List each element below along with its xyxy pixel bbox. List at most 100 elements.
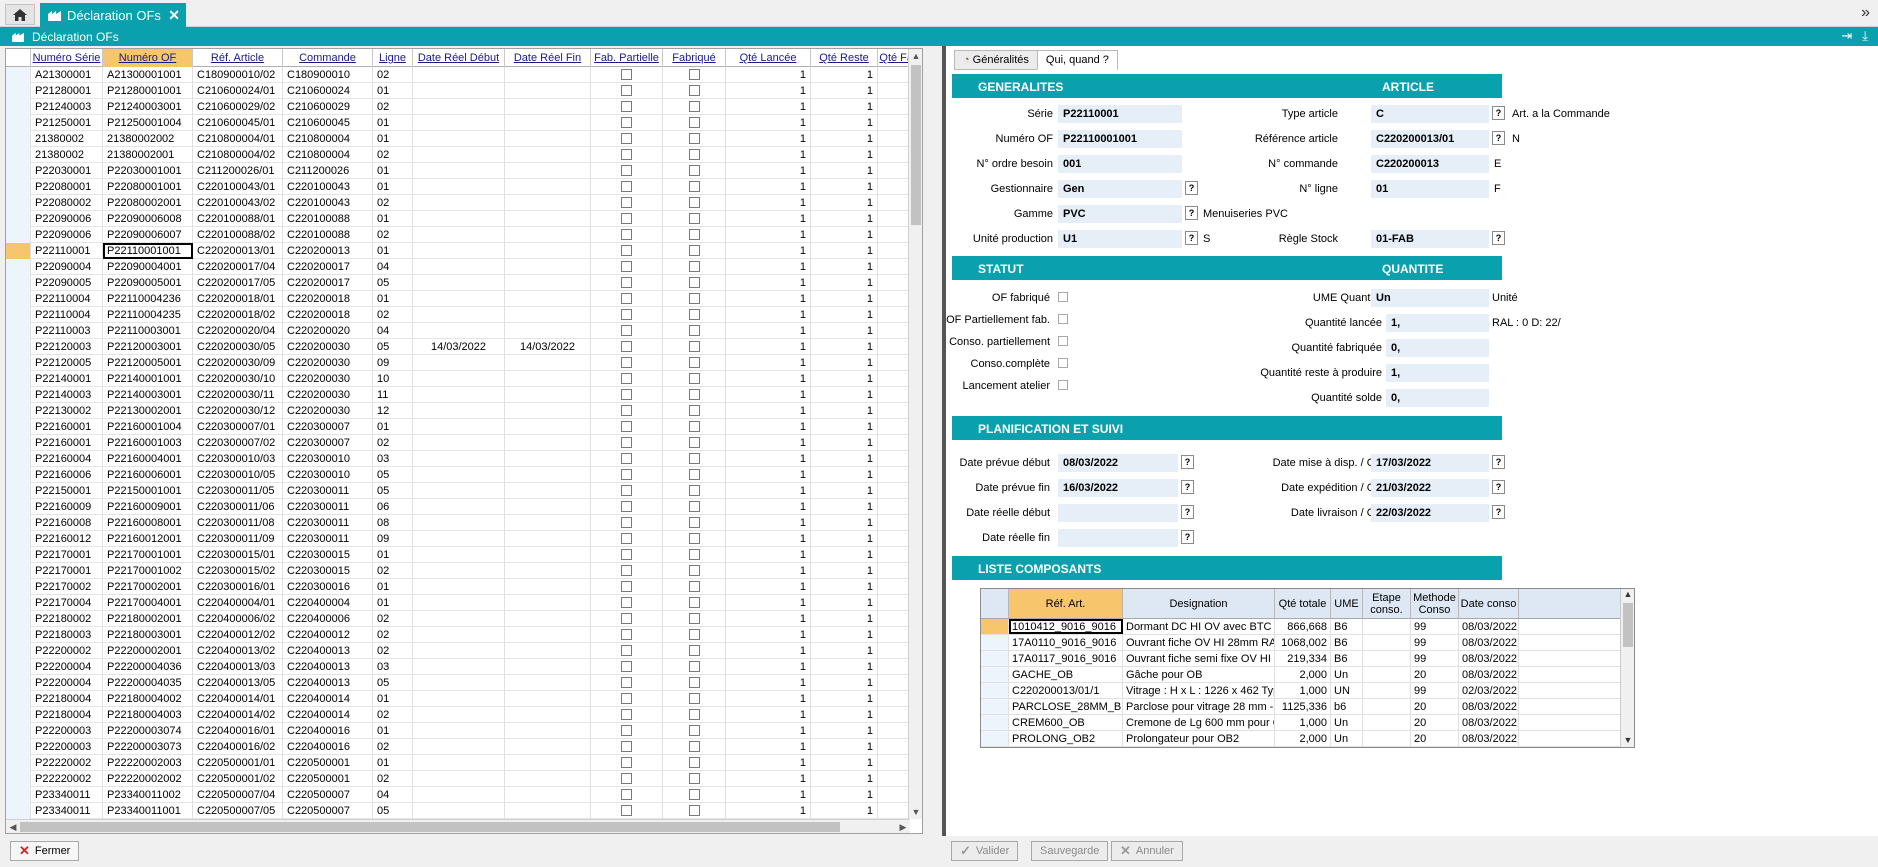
composant-cell[interactable]: 99 — [1411, 683, 1459, 698]
table-row[interactable]: P22160001 P22160001004 C220300007/01 C22030… — [6, 419, 922, 435]
table-cell[interactable]: 21380002002 — [103, 131, 193, 147]
table-cell[interactable]: 1 — [726, 771, 811, 787]
row-checkbox-cell[interactable] — [663, 243, 726, 259]
table-cell[interactable]: P21240003001 — [103, 99, 193, 115]
composant-cell[interactable]: 1125,336 — [1275, 699, 1331, 714]
qte-fab-field[interactable]: 0, — [1386, 339, 1489, 357]
gamme-field[interactable]: PVC — [1058, 205, 1182, 223]
composant-cell[interactable]: 08/03/2022 — [1459, 667, 1519, 682]
row-checkbox-cell[interactable] — [591, 115, 663, 131]
table-cell[interactable]: P22160012001 — [103, 531, 193, 547]
table-row[interactable]: P21240003 P21240003001 C210600029/02 C21060… — [6, 99, 922, 115]
checkbox[interactable] — [621, 404, 632, 416]
row-indicator[interactable] — [6, 691, 31, 707]
table-cell[interactable]: 01 — [373, 131, 413, 147]
table-cell[interactable] — [505, 467, 591, 483]
table-cell[interactable]: P21250001 — [31, 115, 103, 131]
row-indicator[interactable] — [6, 531, 31, 547]
table-cell[interactable]: 1 — [811, 275, 878, 291]
table-cell[interactable]: 1 — [811, 211, 878, 227]
column-header[interactable]: Date Réel Début — [413, 49, 505, 67]
checkbox[interactable] — [688, 436, 700, 448]
composant-cell[interactable]: Parclose pour vitrage 28 mm - Blanc — [1123, 699, 1275, 714]
row-checkbox-cell[interactable] — [663, 579, 726, 595]
row-checkbox-cell[interactable] — [663, 387, 726, 403]
row-checkbox-cell[interactable] — [591, 211, 663, 227]
checkbox[interactable] — [688, 308, 700, 320]
composant-cell[interactable]: 20 — [1411, 699, 1459, 714]
table-cell[interactable]: P22170001 — [31, 547, 103, 563]
table-cell[interactable]: C220200020/04 — [193, 323, 283, 339]
table-cell[interactable]: 1 — [726, 755, 811, 771]
table-cell[interactable]: C220300015 — [283, 547, 373, 563]
table-cell[interactable]: C220200017 — [283, 275, 373, 291]
row-checkbox-cell[interactable] — [591, 547, 663, 563]
table-cell[interactable]: C220200013/01 — [193, 243, 283, 259]
row-checkbox-cell[interactable] — [591, 259, 663, 275]
row-checkbox-cell[interactable] — [663, 723, 726, 739]
checkbox[interactable] — [621, 452, 632, 464]
table-cell[interactable]: 1 — [726, 515, 811, 531]
column-header[interactable]: Commande — [283, 49, 373, 67]
table-cell[interactable]: 1 — [726, 243, 811, 259]
table-cell[interactable]: 1 — [726, 115, 811, 131]
table-cell[interactable]: C210800004/01 — [193, 131, 283, 147]
help-type-icon[interactable]: ? — [1492, 106, 1505, 120]
row-indicator[interactable] — [6, 643, 31, 659]
table-cell[interactable]: 1 — [811, 579, 878, 595]
row-checkbox-cell[interactable] — [591, 307, 663, 323]
table-cell[interactable]: 1 — [726, 179, 811, 195]
checkbox[interactable] — [621, 340, 632, 352]
table-row[interactable]: P22160012 P22160012001 C220300011/09 C22030… — [6, 531, 922, 547]
checkbox[interactable] — [621, 644, 632, 656]
column-header[interactable]: Numéro Série — [31, 49, 103, 67]
table-cell[interactable]: C220500007 — [283, 803, 373, 819]
table-cell[interactable] — [413, 611, 505, 627]
checkbox[interactable] — [688, 196, 700, 208]
table-cell[interactable]: P22080001 — [31, 179, 103, 195]
table-cell[interactable] — [413, 531, 505, 547]
table-cell[interactable] — [505, 483, 591, 499]
table-cell[interactable] — [505, 115, 591, 131]
table-cell[interactable] — [413, 435, 505, 451]
composant-row[interactable]: PARCLOSE_28MM_BLANCParclose pour vitrage… — [981, 699, 1634, 715]
column-header[interactable]: Qté Reste — [811, 49, 878, 67]
row-checkbox-cell[interactable] — [591, 675, 663, 691]
composant-cell[interactable]: UN — [1331, 683, 1363, 698]
checkbox[interactable] — [688, 804, 700, 816]
table-cell[interactable]: C220200030/12 — [193, 403, 283, 419]
table-cell[interactable]: C220400016 — [283, 723, 373, 739]
table-cell[interactable] — [413, 275, 505, 291]
composant-cell[interactable]: 08/03/2022 — [1459, 619, 1519, 634]
table-cell[interactable]: P22110004 — [31, 291, 103, 307]
table-cell[interactable]: P22140003001 — [103, 387, 193, 403]
checkbox[interactable] — [688, 180, 700, 192]
table-cell[interactable]: C220300007/01 — [193, 419, 283, 435]
composant-cell[interactable]: Gâche pour OB — [1123, 667, 1275, 682]
table-cell[interactable]: P22160004001 — [103, 451, 193, 467]
checkbox[interactable] — [621, 468, 632, 480]
composant-cell[interactable]: 99 — [1411, 651, 1459, 666]
serie-field[interactable]: P22110001 — [1058, 105, 1182, 123]
row-indicator[interactable] — [6, 755, 31, 771]
table-cell[interactable]: 1 — [811, 83, 878, 99]
checkbox[interactable] — [621, 548, 632, 560]
table-cell[interactable]: P22080002001 — [103, 195, 193, 211]
row-indicator[interactable] — [6, 371, 31, 387]
table-cell[interactable] — [413, 771, 505, 787]
table-cell[interactable] — [505, 643, 591, 659]
checkbox[interactable] — [688, 532, 700, 544]
table-cell[interactable]: 1 — [726, 259, 811, 275]
table-cell[interactable]: P21280001 — [31, 83, 103, 99]
checkbox[interactable] — [688, 740, 700, 752]
composant-cell[interactable]: 219,334 — [1275, 651, 1331, 666]
table-cell[interactable]: P22220002 — [31, 771, 103, 787]
table-cell[interactable]: C211200026/01 — [193, 163, 283, 179]
checkbox[interactable] — [621, 388, 632, 400]
table-cell[interactable] — [413, 419, 505, 435]
checkbox[interactable] — [621, 308, 632, 320]
table-row[interactable]: P22160004 P22160004001 C220300010/03 C22030… — [6, 451, 922, 467]
row-checkbox-cell[interactable] — [663, 403, 726, 419]
checkbox[interactable] — [621, 756, 632, 768]
composant-cell[interactable] — [1363, 651, 1411, 666]
